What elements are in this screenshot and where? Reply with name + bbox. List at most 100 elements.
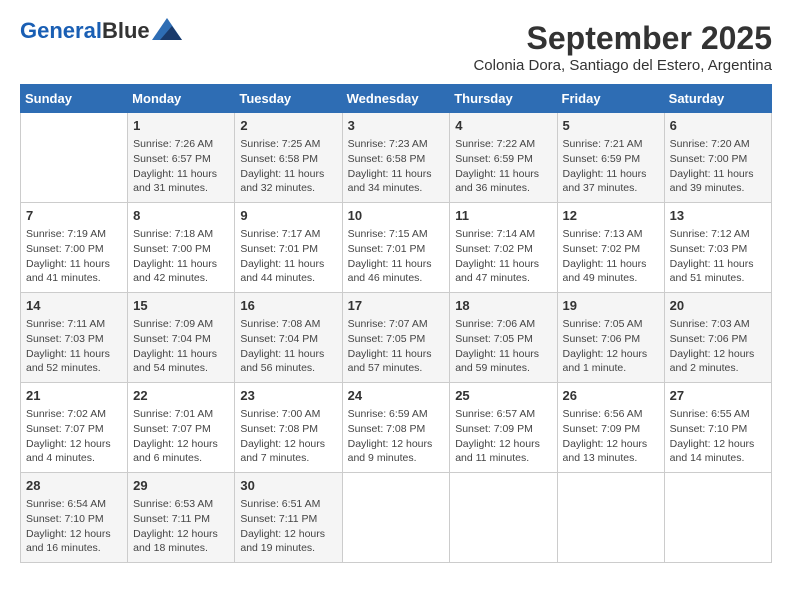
cell-content: Sunrise: 7:19 AM Sunset: 7:00 PM Dayligh… [26, 227, 122, 286]
day-number: 25 [455, 387, 551, 405]
cell-content: Sunrise: 7:12 AM Sunset: 7:03 PM Dayligh… [670, 227, 766, 286]
header-sunday: Sunday [21, 85, 128, 113]
cell-content: Sunrise: 7:20 AM Sunset: 7:00 PM Dayligh… [670, 137, 766, 196]
logo-text: GeneralBlue [20, 20, 150, 42]
calendar-cell [557, 473, 664, 563]
day-number: 16 [240, 297, 336, 315]
day-number: 26 [563, 387, 659, 405]
calendar-cell: 13 Sunrise: 7:12 AM Sunset: 7:03 PM Dayli… [664, 203, 771, 293]
day-number: 11 [455, 207, 551, 225]
cell-content: Sunrise: 7:03 AM Sunset: 7:06 PM Dayligh… [670, 317, 766, 376]
day-number: 17 [348, 297, 445, 315]
calendar-cell: 4 Sunrise: 7:22 AM Sunset: 6:59 PM Daylig… [450, 113, 557, 203]
cell-content: Sunrise: 6:51 AM Sunset: 7:11 PM Dayligh… [240, 497, 336, 556]
calendar-cell: 30 Sunrise: 6:51 AM Sunset: 7:11 PM Dayli… [235, 473, 342, 563]
cell-content: Sunrise: 7:06 AM Sunset: 7:05 PM Dayligh… [455, 317, 551, 376]
calendar-cell: 3 Sunrise: 7:23 AM Sunset: 6:58 PM Daylig… [342, 113, 450, 203]
cell-content: Sunrise: 7:25 AM Sunset: 6:58 PM Dayligh… [240, 137, 336, 196]
cell-content: Sunrise: 6:59 AM Sunset: 7:08 PM Dayligh… [348, 407, 445, 466]
day-number: 3 [348, 117, 445, 135]
cell-content: Sunrise: 7:21 AM Sunset: 6:59 PM Dayligh… [563, 137, 659, 196]
calendar-week-row: 7 Sunrise: 7:19 AM Sunset: 7:00 PM Daylig… [21, 203, 772, 293]
logo: GeneralBlue [20, 20, 182, 42]
calendar-cell: 8Sunrise: 7:18 AM Sunset: 7:00 PM Daylig… [128, 203, 235, 293]
calendar-cell: 21 Sunrise: 7:02 AM Sunset: 7:07 PM Dayli… [21, 383, 128, 473]
calendar-cell [664, 473, 771, 563]
day-number: 23 [240, 387, 336, 405]
day-number: 19 [563, 297, 659, 315]
page-header: GeneralBlue September 2025 Colonia Dora,… [20, 20, 772, 74]
header-saturday: Saturday [664, 85, 771, 113]
day-number: 20 [670, 297, 766, 315]
cell-content: Sunrise: 7:09 AM Sunset: 7:04 PM Dayligh… [133, 317, 229, 376]
day-number: 22 [133, 387, 229, 405]
header-monday: Monday [128, 85, 235, 113]
cell-content: Sunrise: 7:11 AM Sunset: 7:03 PM Dayligh… [26, 317, 122, 376]
calendar-cell: 5Sunrise: 7:21 AM Sunset: 6:59 PM Daylig… [557, 113, 664, 203]
day-number: 28 [26, 477, 122, 495]
day-number: 21 [26, 387, 122, 405]
day-number: 7 [26, 207, 122, 225]
cell-content: Sunrise: 7:26 AM Sunset: 6:57 PM Dayligh… [133, 137, 229, 196]
cell-content: Sunrise: 7:14 AM Sunset: 7:02 PM Dayligh… [455, 227, 551, 286]
cell-content: Sunrise: 7:15 AM Sunset: 7:01 PM Dayligh… [348, 227, 445, 286]
calendar-cell: 17 Sunrise: 7:07 AM Sunset: 7:05 PM Dayli… [342, 293, 450, 383]
day-number: 18 [455, 297, 551, 315]
cell-content: Sunrise: 7:23 AM Sunset: 6:58 PM Dayligh… [348, 137, 445, 196]
cell-content: Sunrise: 6:54 AM Sunset: 7:10 PM Dayligh… [26, 497, 122, 556]
calendar-cell: 1 Sunrise: 7:26 AM Sunset: 6:57 PM Daylig… [128, 113, 235, 203]
day-number: 9 [240, 207, 336, 225]
page-title: September 2025 [473, 20, 772, 57]
calendar-cell: 18 Sunrise: 7:06 AM Sunset: 7:05 PM Dayli… [450, 293, 557, 383]
calendar-cell: 20 Sunrise: 7:03 AM Sunset: 7:06 PM Dayli… [664, 293, 771, 383]
cell-content: Sunrise: 7:08 AM Sunset: 7:04 PM Dayligh… [240, 317, 336, 376]
logo-icon [152, 18, 182, 40]
day-number: 2 [240, 117, 336, 135]
calendar-cell: 23 Sunrise: 7:00 AM Sunset: 7:08 PM Dayli… [235, 383, 342, 473]
calendar-cell: 16 Sunrise: 7:08 AM Sunset: 7:04 PM Dayli… [235, 293, 342, 383]
cell-content: Sunrise: 6:56 AM Sunset: 7:09 PM Dayligh… [563, 407, 659, 466]
calendar-cell: 19 Sunrise: 7:05 AM Sunset: 7:06 PM Dayli… [557, 293, 664, 383]
calendar-week-row: 1 Sunrise: 7:26 AM Sunset: 6:57 PM Daylig… [21, 113, 772, 203]
calendar-week-row: 28 Sunrise: 6:54 AM Sunset: 7:10 PM Dayli… [21, 473, 772, 563]
cell-content: Sunrise: 7:07 AM Sunset: 7:05 PM Dayligh… [348, 317, 445, 376]
calendar-cell [342, 473, 450, 563]
header-wednesday: Wednesday [342, 85, 450, 113]
cell-content: Sunrise: 7:01 AM Sunset: 7:07 PM Dayligh… [133, 407, 229, 466]
calendar-cell: 10 Sunrise: 7:15 AM Sunset: 7:01 PM Dayli… [342, 203, 450, 293]
calendar-cell [21, 113, 128, 203]
cell-content: Sunrise: 7:00 AM Sunset: 7:08 PM Dayligh… [240, 407, 336, 466]
cell-content: Sunrise: 7:05 AM Sunset: 7:06 PM Dayligh… [563, 317, 659, 376]
calendar-cell: 15 Sunrise: 7:09 AM Sunset: 7:04 PM Dayli… [128, 293, 235, 383]
day-number: 27 [670, 387, 766, 405]
day-number: 30 [240, 477, 336, 495]
cell-content: Sunrise: 7:02 AM Sunset: 7:07 PM Dayligh… [26, 407, 122, 466]
cell-content: Sunrise: 7:17 AM Sunset: 7:01 PM Dayligh… [240, 227, 336, 286]
calendar-cell: 25 Sunrise: 6:57 AM Sunset: 7:09 PM Dayli… [450, 383, 557, 473]
day-number: 4 [455, 117, 551, 135]
day-number: 1 [133, 117, 229, 135]
day-number: 12 [563, 207, 659, 225]
calendar-cell: 22 Sunrise: 7:01 AM Sunset: 7:07 PM Dayli… [128, 383, 235, 473]
calendar-cell: 27Sunrise: 6:55 AM Sunset: 7:10 PM Dayli… [664, 383, 771, 473]
calendar-cell: 7 Sunrise: 7:19 AM Sunset: 7:00 PM Daylig… [21, 203, 128, 293]
calendar-table: SundayMondayTuesdayWednesdayThursdayFrid… [20, 84, 772, 563]
calendar-header-row: SundayMondayTuesdayWednesdayThursdayFrid… [21, 85, 772, 113]
day-number: 10 [348, 207, 445, 225]
cell-content: Sunrise: 6:57 AM Sunset: 7:09 PM Dayligh… [455, 407, 551, 466]
title-block: September 2025 Colonia Dora, Santiago de… [473, 20, 772, 74]
day-number: 15 [133, 297, 229, 315]
header-tuesday: Tuesday [235, 85, 342, 113]
calendar-cell: 12 Sunrise: 7:13 AM Sunset: 7:02 PM Dayli… [557, 203, 664, 293]
calendar-cell: 14 Sunrise: 7:11 AM Sunset: 7:03 PM Dayli… [21, 293, 128, 383]
header-thursday: Thursday [450, 85, 557, 113]
cell-content: Sunrise: 7:13 AM Sunset: 7:02 PM Dayligh… [563, 227, 659, 286]
calendar-cell: 29Sunrise: 6:53 AM Sunset: 7:11 PM Dayli… [128, 473, 235, 563]
day-number: 14 [26, 297, 122, 315]
cell-content: Sunrise: 7:22 AM Sunset: 6:59 PM Dayligh… [455, 137, 551, 196]
day-number: 13 [670, 207, 766, 225]
day-number: 24 [348, 387, 445, 405]
day-number: 8 [133, 207, 229, 225]
calendar-week-row: 21 Sunrise: 7:02 AM Sunset: 7:07 PM Dayli… [21, 383, 772, 473]
calendar-cell: 2 Sunrise: 7:25 AM Sunset: 6:58 PM Daylig… [235, 113, 342, 203]
